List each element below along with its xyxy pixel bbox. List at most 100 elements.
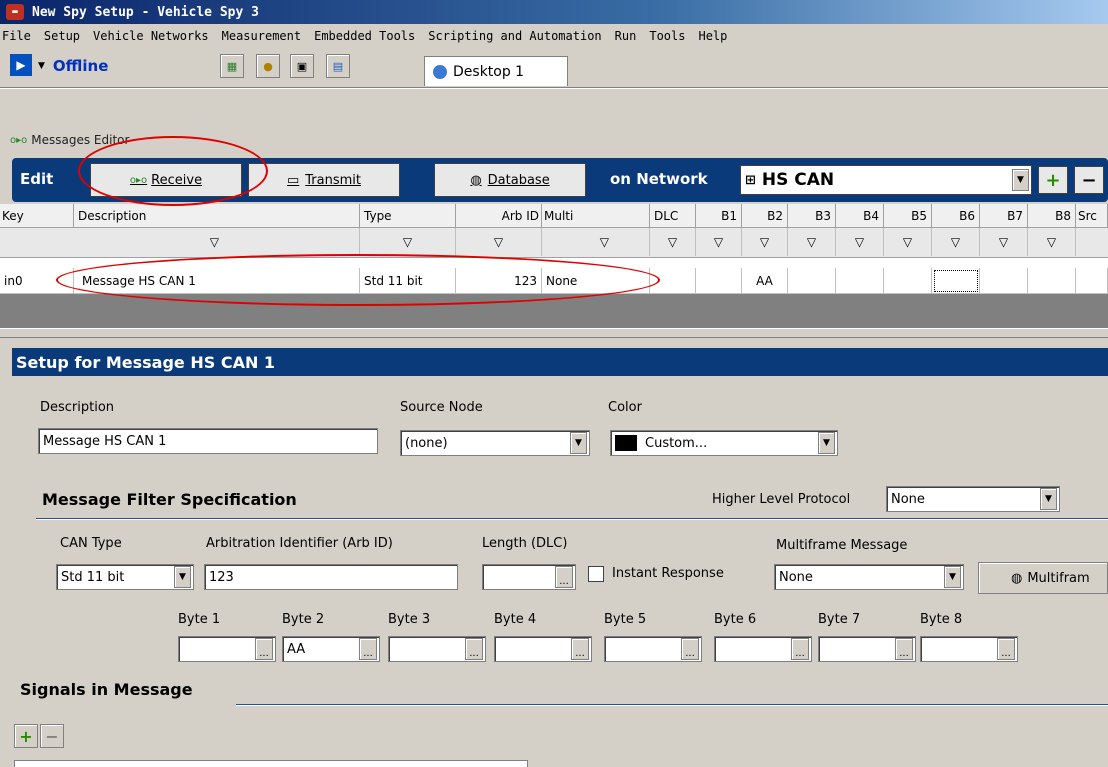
- add-button[interactable]: +: [1038, 166, 1068, 194]
- instant-response-checkbox[interactable]: [588, 566, 604, 582]
- can-type-select[interactable]: Std 11 bit ▼: [56, 564, 194, 590]
- save-icon[interactable]: ▣: [290, 54, 314, 78]
- chevron-down-icon[interactable]: ▼: [1012, 169, 1029, 191]
- col-b4[interactable]: B4: [836, 204, 884, 228]
- menu-embedded-tools[interactable]: Embedded Tools: [314, 29, 415, 43]
- chevron-down-icon[interactable]: ▼: [818, 432, 835, 454]
- filter-icon[interactable]: ▽: [74, 228, 360, 256]
- monitor-icon[interactable]: ▤: [326, 54, 350, 78]
- ellipsis-button[interactable]: ...: [681, 638, 699, 660]
- filter-icon[interactable]: ▽: [788, 228, 836, 256]
- multiframe-button[interactable]: ◍ Multifram: [978, 562, 1108, 594]
- source-node-select[interactable]: (none) ▼: [400, 430, 590, 456]
- play-icon[interactable]: ▶: [10, 54, 32, 76]
- filter-icon[interactable]: ▽: [742, 228, 788, 256]
- col-arb-id[interactable]: Arb ID: [456, 204, 542, 228]
- arb-id-field[interactable]: 123: [204, 564, 458, 590]
- col-multi[interactable]: Multi: [542, 204, 650, 228]
- cell-b4: [836, 268, 884, 294]
- filter-icon[interactable]: ▽: [650, 228, 696, 256]
- title-bar: ▬ New Spy Setup - Vehicle Spy 3: [0, 0, 1108, 24]
- ellipsis-button[interactable]: ...: [895, 638, 913, 660]
- byte-7-label: Byte 7: [818, 612, 861, 627]
- window-title: New Spy Setup - Vehicle Spy 3: [32, 4, 259, 20]
- setup-title: Setup for Message HS CAN 1: [16, 352, 276, 372]
- filter-section-title: Message Filter Specification: [42, 490, 297, 509]
- chevron-down-icon[interactable]: ▼: [570, 432, 587, 454]
- length-field[interactable]: ...: [482, 564, 576, 590]
- filter-row: ▽ ▽ ▽ ▽ ▽ ▽ ▽ ▽ ▽ ▽ ▽ ▽ ▽: [0, 228, 1108, 258]
- filter-icon[interactable]: ▽: [1028, 228, 1076, 256]
- byte-7-field[interactable]: ...: [818, 636, 916, 662]
- remove-button[interactable]: −: [1074, 166, 1104, 194]
- byte-6-field[interactable]: ...: [714, 636, 812, 662]
- transmit-button[interactable]: ▭ Transmit: [248, 163, 400, 197]
- ellipsis-button[interactable]: ...: [791, 638, 809, 660]
- col-b1[interactable]: B1: [696, 204, 742, 228]
- remove-signal-button[interactable]: −: [40, 724, 64, 748]
- byte-3-field[interactable]: ...: [388, 636, 486, 662]
- menu-tools[interactable]: Tools: [649, 29, 685, 43]
- signals-list[interactable]: [14, 760, 528, 767]
- chevron-down-icon[interactable]: ▼: [174, 566, 191, 588]
- col-b3[interactable]: B3: [788, 204, 836, 228]
- menu-file[interactable]: File: [2, 29, 31, 43]
- ellipsis-button[interactable]: ...: [571, 638, 589, 660]
- network-select[interactable]: ⊞ HS CAN ▼: [740, 165, 1032, 195]
- col-src[interactable]: Src: [1076, 204, 1108, 228]
- description-field[interactable]: Message HS CAN 1: [38, 428, 378, 454]
- col-dlc[interactable]: DLC: [650, 204, 696, 228]
- color-select[interactable]: Custom... ▼: [610, 430, 838, 456]
- filter-icon[interactable]: ▽: [696, 228, 742, 256]
- chevron-down-icon: ▼: [38, 61, 45, 71]
- ellipsis-button[interactable]: ...: [997, 638, 1015, 660]
- multiframe-select[interactable]: None ▼: [774, 564, 964, 590]
- menu-scripting[interactable]: Scripting and Automation: [428, 29, 601, 43]
- col-b8[interactable]: B8: [1028, 204, 1076, 228]
- hlp-label: Higher Level Protocol: [712, 492, 851, 507]
- menu-setup[interactable]: Setup: [44, 29, 80, 43]
- splitter[interactable]: [0, 328, 1108, 338]
- hardware-icon[interactable]: ▦: [220, 54, 244, 78]
- byte-2-field[interactable]: AA...: [282, 636, 380, 662]
- row-highlight: [56, 254, 660, 306]
- chevron-down-icon[interactable]: ▼: [1040, 488, 1057, 510]
- tab-desktop-1[interactable]: Desktop 1: [424, 56, 568, 86]
- ellipsis-button[interactable]: ...: [255, 638, 273, 660]
- col-type[interactable]: Type: [360, 204, 456, 228]
- byte-5-field[interactable]: ...: [604, 636, 702, 662]
- col-b6[interactable]: B6: [932, 204, 980, 228]
- filter-icon[interactable]: ▽: [456, 228, 542, 256]
- desktop-icon: [433, 64, 447, 79]
- col-key[interactable]: Key: [0, 204, 74, 228]
- ellipsis-button[interactable]: ...: [465, 638, 483, 660]
- byte-4-field[interactable]: ...: [494, 636, 592, 662]
- cell-src: [1076, 268, 1108, 294]
- cell-b2: AA: [742, 268, 788, 294]
- byte-8-field[interactable]: ...: [920, 636, 1018, 662]
- filter-icon[interactable]: ▽: [360, 228, 456, 256]
- database-button[interactable]: ◍ Database: [434, 163, 586, 197]
- ellipsis-button[interactable]: ...: [359, 638, 377, 660]
- filter-icon[interactable]: ▽: [884, 228, 932, 256]
- filter-icon[interactable]: ▽: [542, 228, 650, 256]
- status-dropdown[interactable]: ▼ Offline: [38, 56, 108, 76]
- section-divider: [36, 518, 1108, 520]
- col-b7[interactable]: B7: [980, 204, 1028, 228]
- menu-help[interactable]: Help: [698, 29, 727, 43]
- menu-run[interactable]: Run: [615, 29, 637, 43]
- add-signal-button[interactable]: +: [14, 724, 38, 748]
- col-b2[interactable]: B2: [742, 204, 788, 228]
- ellipsis-button[interactable]: ...: [555, 566, 573, 588]
- hlp-select[interactable]: None ▼: [886, 486, 1060, 512]
- col-b5[interactable]: B5: [884, 204, 932, 228]
- col-description[interactable]: Description: [74, 204, 360, 228]
- filter-icon[interactable]: ▽: [980, 228, 1028, 256]
- menu-vehicle-networks[interactable]: Vehicle Networks: [93, 29, 209, 43]
- filter-icon[interactable]: ▽: [932, 228, 980, 256]
- database-icon[interactable]: ●: [256, 54, 280, 78]
- menu-measurement[interactable]: Measurement: [222, 29, 301, 43]
- chevron-down-icon[interactable]: ▼: [944, 566, 961, 588]
- filter-icon[interactable]: ▽: [836, 228, 884, 256]
- byte-1-field[interactable]: ...: [178, 636, 276, 662]
